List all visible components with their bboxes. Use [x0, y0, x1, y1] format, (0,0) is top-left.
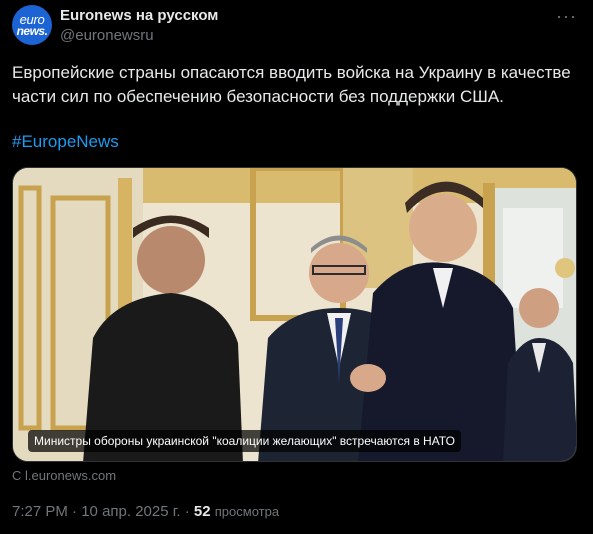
views-count: 52: [193, 503, 211, 520]
hashtag-link[interactable]: #EuropeNews: [12, 132, 119, 152]
card-image: [13, 168, 576, 461]
tweet: euro news. Euronews на русском @euronews…: [0, 0, 593, 534]
tweet-text: Европейские страны опасаются вводить вой…: [12, 63, 571, 106]
card-caption: Министры обороны украинской "коалиции же…: [28, 430, 461, 452]
meta-separator: ·: [184, 503, 190, 520]
link-card[interactable]: [12, 167, 577, 462]
meta-separator: ·: [72, 503, 78, 520]
more-dots-icon[interactable]: ···: [556, 6, 577, 27]
card-source[interactable]: С l.euronews.com: [12, 468, 116, 483]
avatar-logo-line2: news.: [16, 23, 48, 38]
views-label: просмотра: [214, 504, 280, 519]
tweet-time[interactable]: 7:27 PM: [12, 503, 68, 520]
tweet-meta: 7:27 PM · 10 апр. 2025 г. · 52 просмотра: [12, 503, 279, 520]
author-name[interactable]: Euronews на русском: [60, 7, 218, 24]
avatar-logo-line1: euro: [19, 11, 45, 27]
tweet-date[interactable]: 10 апр. 2025 г.: [81, 503, 180, 520]
author-handle[interactable]: @euronewsru: [60, 27, 154, 44]
avatar[interactable]: euro news.: [12, 5, 52, 45]
